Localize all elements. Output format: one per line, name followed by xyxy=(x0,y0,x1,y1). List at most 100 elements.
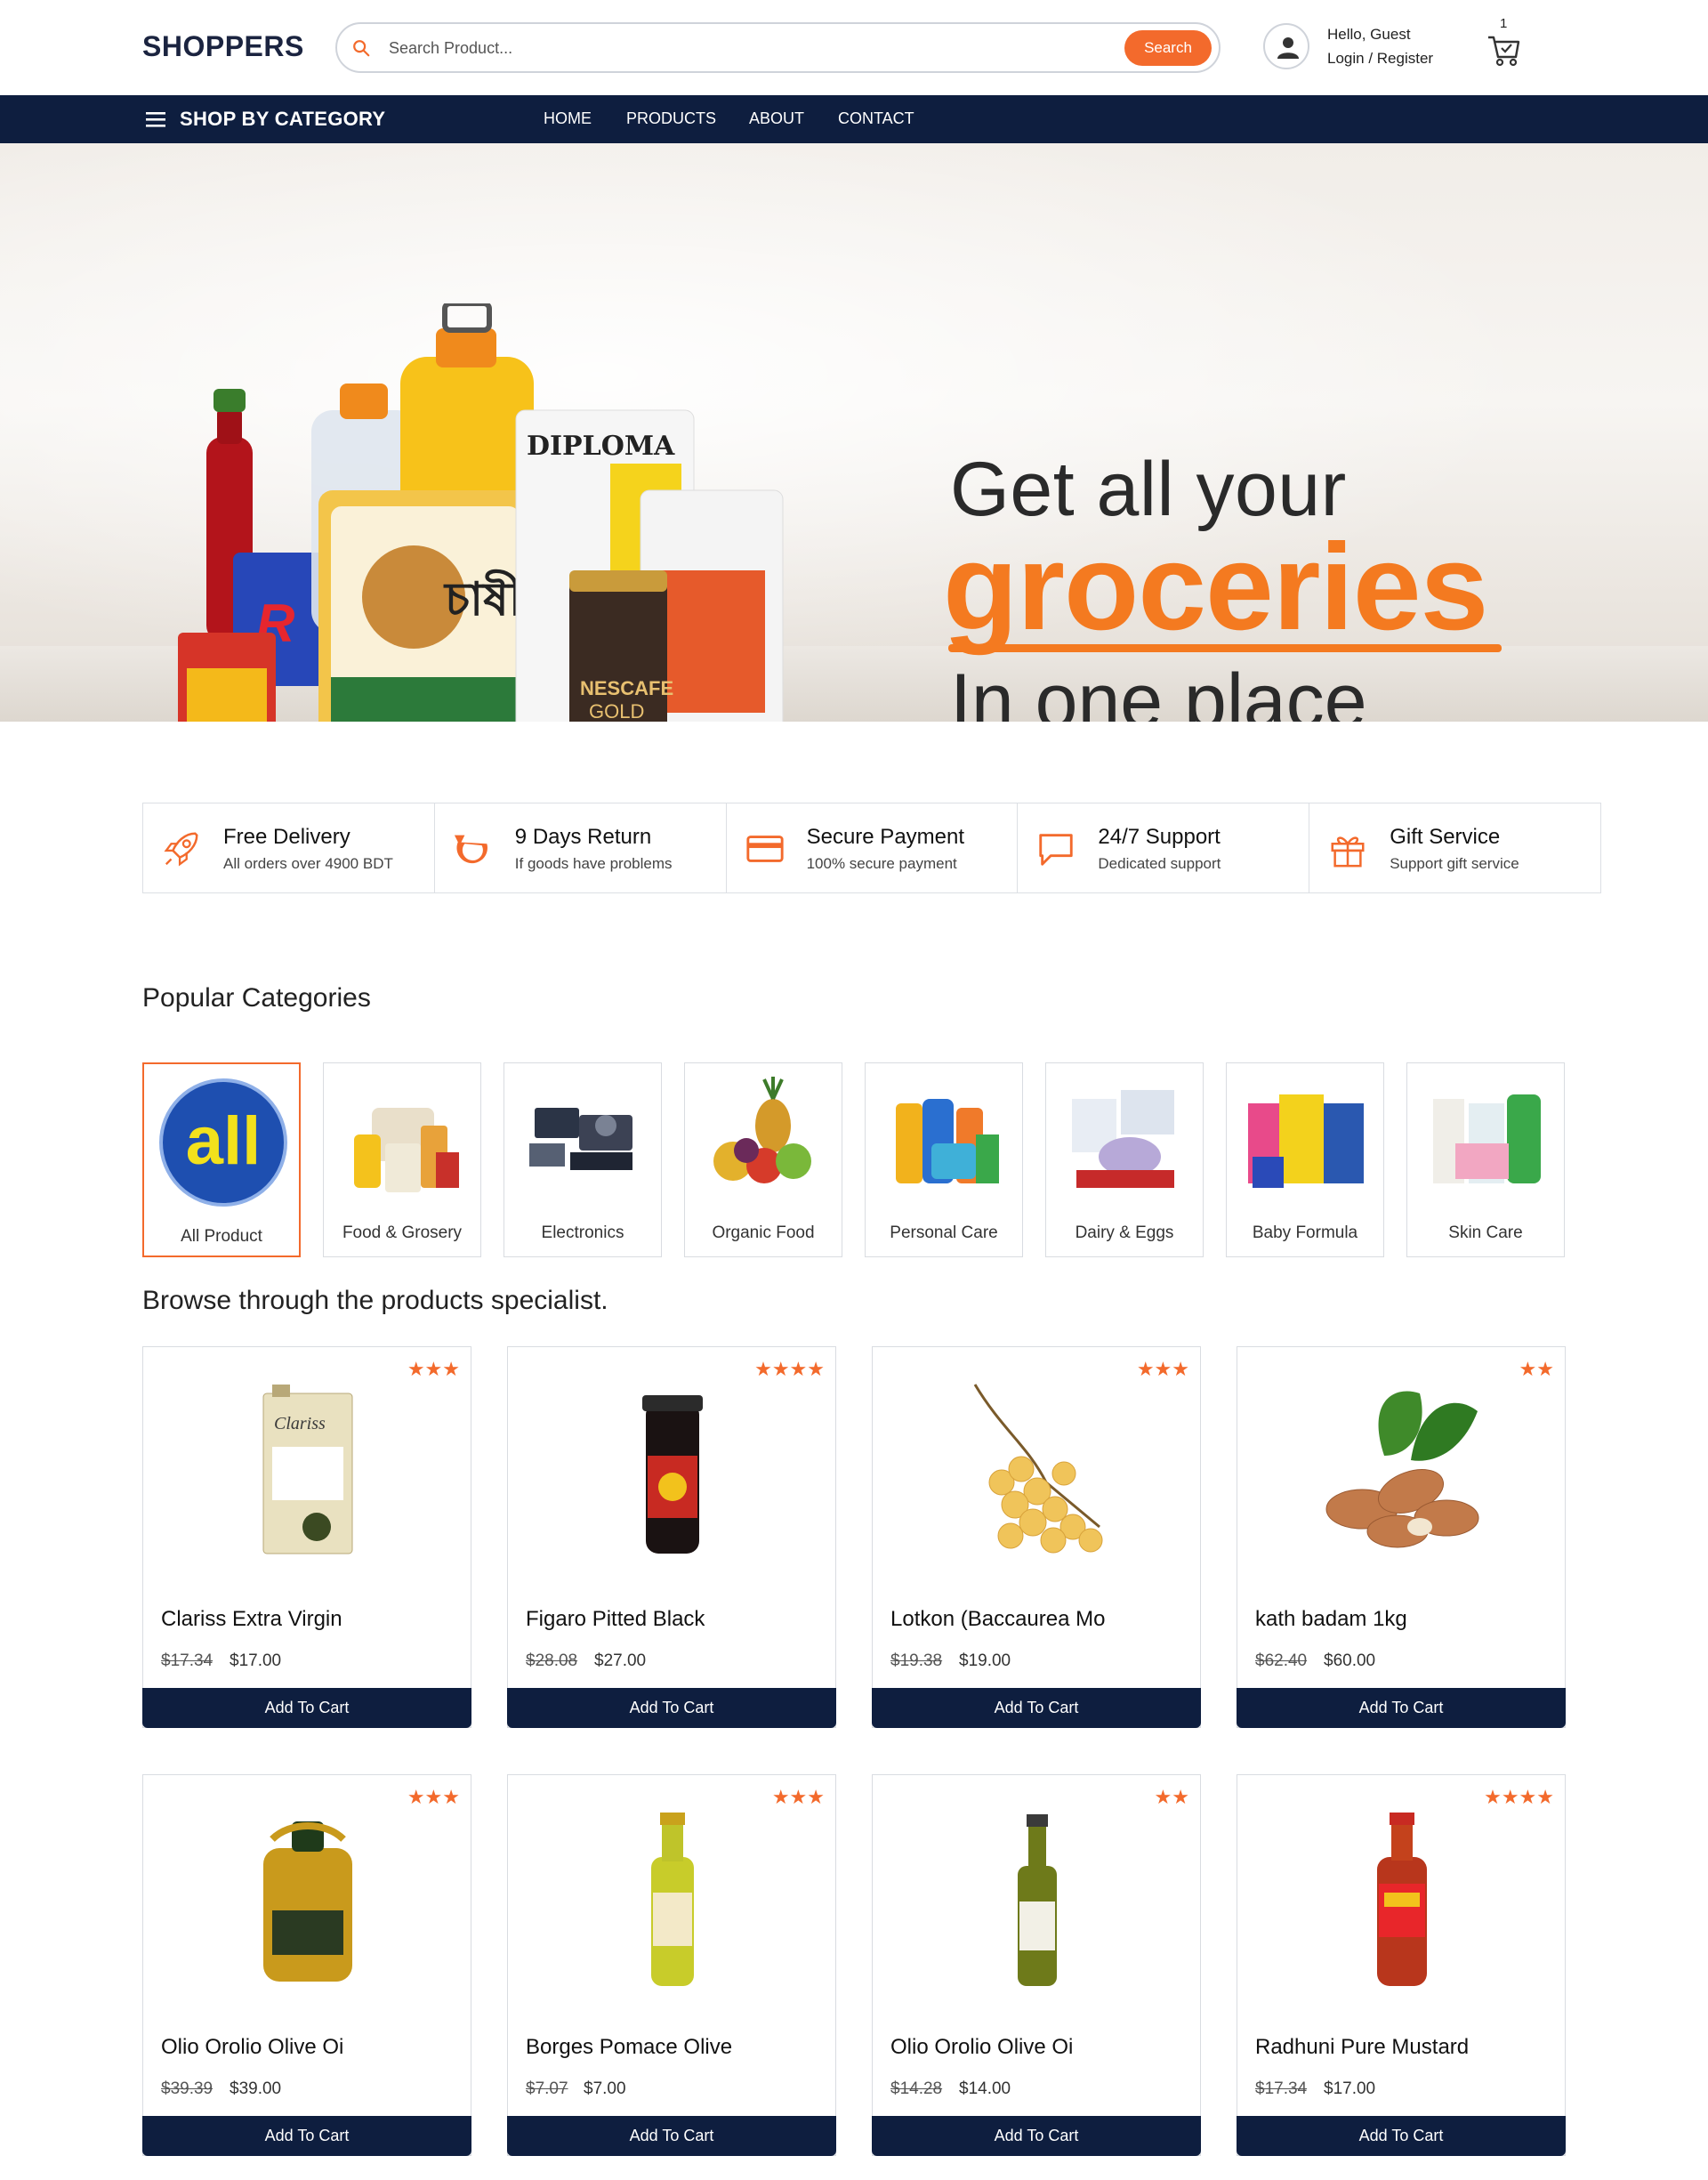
olive-jar-image xyxy=(642,1395,703,1554)
svg-text:DIPLOMA: DIPLOMA xyxy=(527,431,675,462)
shop-by-category-label: SHOP BY CATEGORY xyxy=(180,108,386,130)
add-to-cart-button[interactable]: Add To Cart xyxy=(872,2116,1201,2156)
product-name: Borges Pomace Olive xyxy=(526,2035,733,2059)
hero-underline xyxy=(948,644,1502,652)
olive-oil-glass-bottle-image xyxy=(1018,1814,1057,1986)
product-old-price: $62.40 xyxy=(1255,1651,1308,1670)
nav-link-contact[interactable]: CONTACT xyxy=(838,109,914,128)
mustard-oil-bottle-image xyxy=(1377,1813,1427,1986)
product-name: Clariss Extra Virgin xyxy=(161,1607,342,1631)
product-old-price: $19.38 xyxy=(890,1651,943,1670)
user-icon xyxy=(1277,37,1299,59)
fruits-icon xyxy=(713,1077,811,1183)
brand-logo[interactable]: SHOPPERS xyxy=(142,30,304,63)
hero-headline-main: groceries xyxy=(943,519,1488,656)
product-card[interactable]: ★★★★ Figaro Pitted Black $28.08 $27.00 A… xyxy=(507,1346,836,1728)
product-card[interactable]: ★★ kath badam 1kg $62.40 $60.00 Add To C… xyxy=(1237,1346,1566,1728)
nav-link-home[interactable]: HOME xyxy=(544,109,592,128)
shopping-cart-icon[interactable] xyxy=(1486,28,1521,68)
product-name: Lotkon (Baccaurea Mo xyxy=(890,1607,1106,1631)
search-button[interactable]: Search xyxy=(1124,30,1212,66)
add-to-cart-button[interactable]: Add To Cart xyxy=(142,2116,471,2156)
features-strip: Free Delivery All orders over 4900 BDT 9… xyxy=(142,803,1601,893)
nav-link-products[interactable]: PRODUCTS xyxy=(626,109,716,128)
product-name: Olio Orolio Olive Oi xyxy=(161,2035,344,2059)
product-name: Olio Orolio Olive Oi xyxy=(890,2035,1074,2059)
category-electronics[interactable]: Electronics xyxy=(504,1062,662,1257)
rating-stars: ★★★★ xyxy=(1484,1786,1554,1808)
feature-secure-payment: Secure Payment 100% secure payment xyxy=(727,803,1019,892)
product-card[interactable]: ★★★ Olio Orolio Olive Oi $39.39 $39.00 A… xyxy=(142,1774,471,2156)
category-dairy-eggs[interactable]: Dairy & Eggs xyxy=(1045,1062,1204,1257)
category-skin-care[interactable]: Skin Care xyxy=(1406,1062,1565,1257)
category-organic-food[interactable]: Organic Food xyxy=(684,1062,842,1257)
product-name: Figaro Pitted Black xyxy=(526,1607,705,1631)
category-personal-care[interactable]: Personal Care xyxy=(865,1062,1023,1257)
nav-link-about[interactable]: ABOUT xyxy=(749,109,804,128)
feature-gift-service: Gift Service Support gift service xyxy=(1309,803,1600,892)
shop-by-category-menu[interactable]: SHOP BY CATEGORY xyxy=(146,107,385,132)
gift-icon xyxy=(1331,836,1365,868)
products-section-title: Browse through the products specialist. xyxy=(142,1286,608,1315)
rocket-icon xyxy=(164,832,198,867)
product-old-price: $17.34 xyxy=(161,1651,214,1670)
login-register-link[interactable]: Login / Register xyxy=(1327,50,1433,68)
all-logo-text: all xyxy=(186,1103,262,1179)
user-greeting: Hello, Guest xyxy=(1327,26,1411,43)
hero-banner[interactable]: R চাষী DIPLOMA NESCAFE GOLD LUX Get all … xyxy=(0,143,1708,722)
category-label: Skin Care xyxy=(1448,1223,1523,1242)
almonds-image xyxy=(1325,1391,1479,1548)
add-to-cart-button[interactable]: Add To Cart xyxy=(507,2116,836,2156)
product-card[interactable]: ★★★ Lotkon (Baccaurea Mo $19.38 $19.00 A… xyxy=(872,1346,1201,1728)
product-price: $39.00 xyxy=(230,2079,282,2098)
product-price: $7.00 xyxy=(584,2079,626,2098)
product-card[interactable]: ★★★★ Radhuni Pure Mustard $17.34 $17.00 … xyxy=(1237,1774,1566,2156)
feature-subtitle: Support gift service xyxy=(1390,855,1519,872)
category-label: Organic Food xyxy=(712,1223,815,1242)
top-header: SHOPPERS Search Hello, Guest Login / Reg… xyxy=(0,0,1708,95)
popular-categories-title: Popular Categories xyxy=(142,983,371,1013)
olive-oil-bottle-image xyxy=(651,1813,694,1986)
feature-subtitle: If goods have problems xyxy=(514,855,673,872)
grocery-items-icon xyxy=(354,1108,459,1192)
category-label: All Product xyxy=(181,1227,262,1246)
electronics-icon xyxy=(529,1108,632,1170)
lotkon-fruit-image xyxy=(973,1384,1103,1554)
product-price: $17.00 xyxy=(230,1651,282,1670)
category-label: Electronics xyxy=(541,1223,624,1242)
add-to-cart-button[interactable]: Add To Cart xyxy=(1237,1688,1566,1728)
personal-care-icon xyxy=(896,1099,999,1183)
search-bar: Search xyxy=(335,22,1221,73)
rating-stars: ★★★ xyxy=(407,1786,460,1808)
olive-oil-can-image xyxy=(263,1821,352,1982)
feature-return: 9 Days Return If goods have problems xyxy=(435,803,727,892)
all-logo-icon: all xyxy=(159,1078,287,1207)
feature-title: Secure Payment xyxy=(806,825,965,849)
dairy-icon xyxy=(1072,1090,1174,1188)
category-food-grocery[interactable]: Food & Grosery xyxy=(323,1062,481,1257)
product-price: $14.00 xyxy=(959,2079,1011,2098)
category-label: Personal Care xyxy=(890,1223,998,1242)
rating-stars: ★★★ xyxy=(407,1358,460,1380)
add-to-cart-button[interactable]: Add To Cart xyxy=(142,1688,471,1728)
chat-bubble-icon xyxy=(1039,834,1074,866)
category-all-product[interactable]: all All Product xyxy=(142,1062,301,1257)
svg-text:Clariss: Clariss xyxy=(274,1414,326,1433)
product-card[interactable]: ★★★ Clariss Clariss Extra Virgin $17.34 … xyxy=(142,1346,471,1728)
category-baby-formula[interactable]: Baby Formula xyxy=(1226,1062,1384,1257)
product-card[interactable]: ★★★ Borges Pomace Olive $7.07 $7.00 Add … xyxy=(507,1774,836,2156)
category-label: Dairy & Eggs xyxy=(1075,1223,1174,1242)
svg-text:GOLD: GOLD xyxy=(589,700,644,722)
feature-free-delivery: Free Delivery All orders over 4900 BDT xyxy=(143,803,435,892)
product-card[interactable]: ★★ Olio Orolio Olive Oi $14.28 $14.00 Ad… xyxy=(872,1774,1201,2156)
return-arrow-icon xyxy=(454,835,487,864)
add-to-cart-button[interactable]: Add To Cart xyxy=(1237,2116,1566,2156)
product-old-price: $7.07 xyxy=(526,2079,568,2098)
product-old-price: $39.39 xyxy=(161,2079,214,2098)
add-to-cart-button[interactable]: Add To Cart xyxy=(507,1688,836,1728)
add-to-cart-button[interactable]: Add To Cart xyxy=(872,1688,1201,1728)
search-input[interactable] xyxy=(389,33,958,63)
product-name: kath badam 1kg xyxy=(1255,1607,1407,1631)
product-old-price: $17.34 xyxy=(1255,2079,1308,2098)
user-avatar[interactable] xyxy=(1263,23,1309,69)
